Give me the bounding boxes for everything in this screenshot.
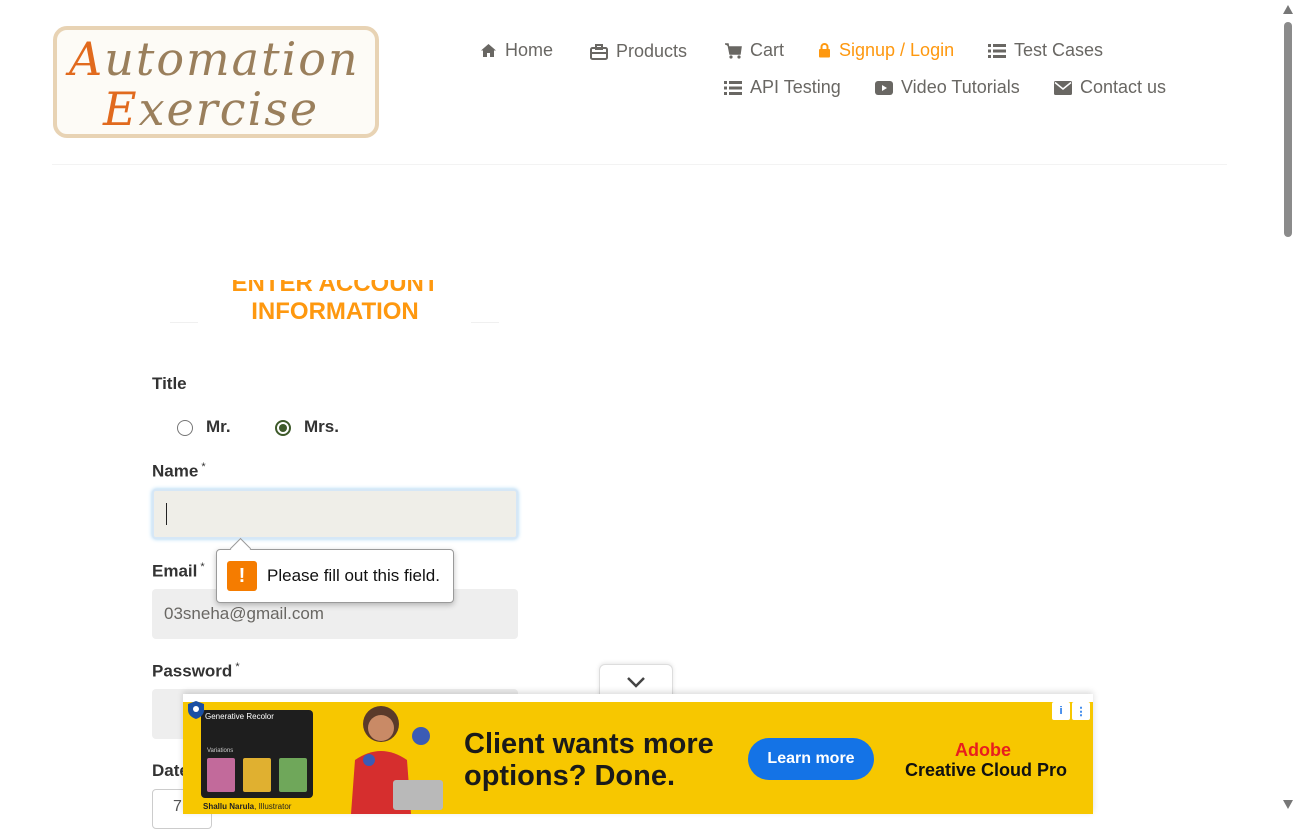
name-input[interactable] <box>152 489 518 539</box>
shield-icon <box>188 701 204 719</box>
nav-test-cases-label: Test Cases <box>1014 40 1104 60</box>
ad-mock-sublabel: Variations <box>207 748 234 754</box>
ad-thumbnail <box>243 758 271 792</box>
ad-learn-more-button[interactable]: Learn more <box>748 738 874 780</box>
cart-icon <box>725 42 742 59</box>
logo-text: utomation <box>104 32 360 86</box>
exclamation-icon: ! <box>227 561 257 591</box>
nav-video-tutorials-label: Video Tutorials <box>901 77 1020 97</box>
text-caret <box>166 503 167 525</box>
youtube-play-icon <box>875 80 893 95</box>
nav-cart[interactable]: Cart <box>724 40 784 61</box>
logo-letter: A <box>69 32 105 86</box>
required-mark: * <box>200 561 205 573</box>
nav-cart-label: Cart <box>750 40 785 60</box>
ad-brand-product: Creative Cloud Pro <box>905 760 1068 780</box>
ad-body[interactable]: Generative Recolor Variations Shallu Nar… <box>183 702 1093 814</box>
scroll-up-arrow-icon[interactable] <box>1283 5 1293 14</box>
ad-thumbnail <box>279 758 307 792</box>
validation-message: Please fill out this field. <box>267 566 440 585</box>
ad-mock-label: Generative Recolor <box>205 712 274 721</box>
form-title-line2: INFORMATION <box>251 298 419 325</box>
nav-contact-us[interactable]: Contact us <box>1054 77 1166 98</box>
ad-banner[interactable]: Generative Recolor Variations Shallu Nar… <box>183 694 1093 814</box>
required-mark: * <box>235 661 240 673</box>
nav-signup-login[interactable]: Signup / Login <box>818 40 954 61</box>
radio-mrs[interactable] <box>275 420 291 436</box>
site-logo[interactable]: Automation Exercise <box>53 26 379 138</box>
ad-credit: Shallu Narula, Illustrator <box>203 802 292 811</box>
nav-home[interactable]: Home <box>480 40 553 61</box>
form-title: ENTER ACCOUNT INFORMATION <box>170 280 500 336</box>
nav-products-label: Products <box>616 41 688 61</box>
nav-contact-us-label: Contact us <box>1080 77 1167 97</box>
ad-app-mockup: Generative Recolor Variations <box>201 710 313 798</box>
name-label: Name * <box>152 461 206 481</box>
nav-home-label: Home <box>505 40 554 60</box>
nav-products[interactable]: Products <box>590 41 687 62</box>
page-scrollbar[interactable] <box>1280 0 1295 814</box>
logo-text: xercise <box>138 82 320 136</box>
radio-mrs-label[interactable]: Mrs. <box>304 417 339 437</box>
nav-api-testing[interactable]: API Testing <box>724 77 841 98</box>
title-label: Title <box>152 374 187 393</box>
nav-api-testing-label: API Testing <box>750 77 841 97</box>
logo-letter: E <box>103 82 139 136</box>
scroll-down-arrow-icon[interactable] <box>1283 800 1293 809</box>
ad-headline: Client wants more options? Done. <box>464 728 714 792</box>
ad-controls: i ⋮ <box>1052 702 1090 720</box>
required-mark: * <box>201 461 206 473</box>
list-icon <box>988 43 1006 58</box>
scrollbar-thumb[interactable] <box>1284 22 1292 237</box>
list-icon <box>724 80 742 95</box>
form-title-line1: ENTER ACCOUNT <box>231 280 439 297</box>
ad-thumbnail <box>207 758 235 792</box>
briefcase-icon <box>590 43 608 60</box>
ad-person-image <box>351 706 443 814</box>
nav-test-cases[interactable]: Test Cases <box>988 40 1103 61</box>
radio-mr-label[interactable]: Mr. <box>206 417 231 437</box>
nav-video-tutorials[interactable]: Video Tutorials <box>875 77 1020 98</box>
email-value: 03sneha@gmail.com <box>164 604 324 623</box>
header-divider <box>52 164 1227 165</box>
nav-signup-login-label: Signup / Login <box>839 40 955 60</box>
validation-tooltip: ! Please fill out this field. <box>216 549 454 603</box>
email-label: Email * <box>152 561 205 581</box>
radio-mr[interactable] <box>177 420 193 436</box>
lock-icon <box>819 43 830 58</box>
ad-brand-adobe: Adobe <box>955 740 1011 760</box>
ad-info-icon[interactable]: i <box>1052 702 1070 720</box>
envelope-icon <box>1054 80 1072 95</box>
home-icon <box>481 44 496 57</box>
ad-more-options-icon[interactable]: ⋮ <box>1072 702 1090 720</box>
password-label: Password * <box>152 661 240 681</box>
chevron-down-icon <box>627 677 645 688</box>
